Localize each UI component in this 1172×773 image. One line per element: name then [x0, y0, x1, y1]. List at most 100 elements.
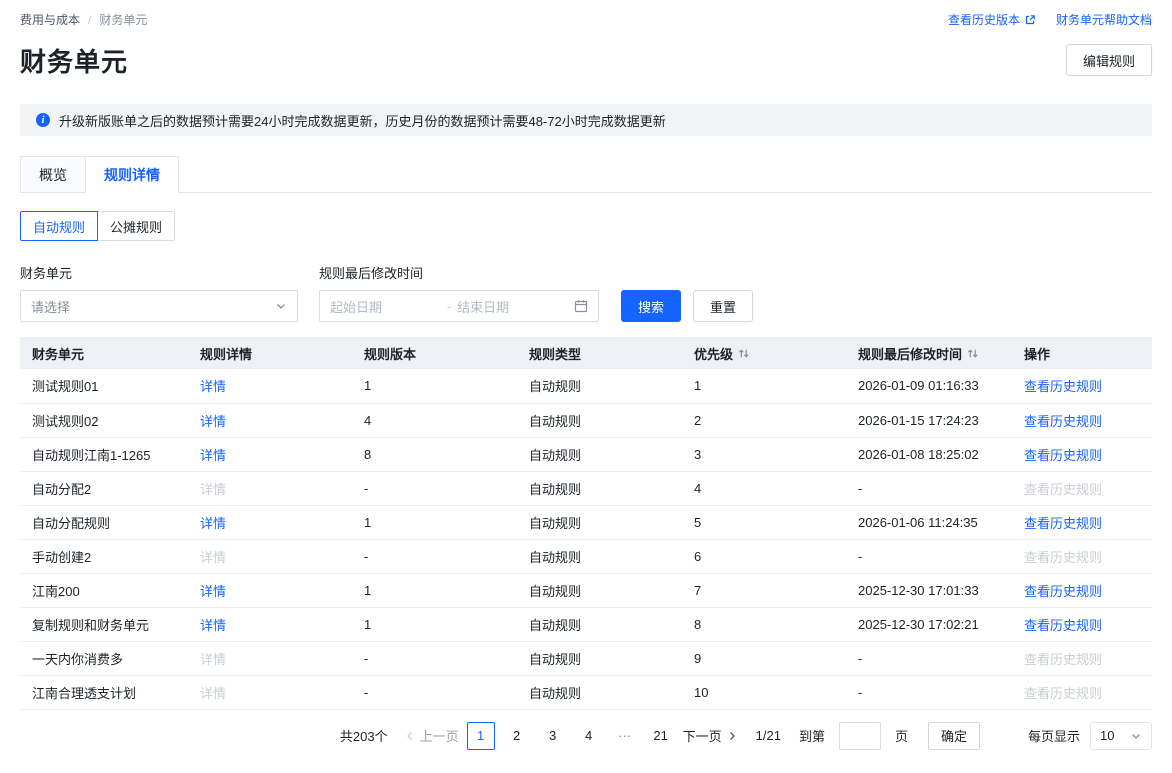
pagination-page-2[interactable]: 2: [503, 722, 531, 750]
table-body: 测试规则01 详情 1 自动规则 1 2026-01-09 01:16:33 查…: [20, 369, 1152, 709]
view-history-rule-link[interactable]: 查看历史规则: [1024, 414, 1102, 429]
info-icon: i: [36, 113, 50, 127]
view-history-rule-link[interactable]: 查看历史规则: [1024, 584, 1102, 599]
cell-modified: 2026-01-08 18:25:02: [846, 437, 1012, 471]
detail-link: 详情: [200, 550, 226, 565]
cell-priority: 10: [682, 675, 846, 709]
page-size-value: 10: [1100, 728, 1114, 743]
date-range-picker[interactable]: 起始日期 - 结束日期: [319, 290, 599, 322]
view-history-rule-link: 查看历史规则: [1024, 686, 1102, 701]
col-unit: 财务单元: [20, 337, 188, 369]
view-history-version-link[interactable]: 查看历史版本: [948, 11, 1036, 28]
col-rule-type: 规则类型: [517, 337, 682, 369]
sort-icon: [737, 347, 750, 360]
cell-type: 自动规则: [517, 675, 682, 709]
detail-link: 详情: [200, 482, 226, 497]
help-doc-link[interactable]: 财务单元帮助文档: [1056, 11, 1152, 28]
page-root: 费用与成本 / 财务单元 查看历史版本 财务单元帮助文档 财务单元 编辑规则 i…: [0, 0, 1172, 750]
tabbar: 概览 规则详情: [20, 156, 1152, 193]
table-row: 自动分配2 详情 - 自动规则 4 - 查看历史规则: [20, 471, 1152, 505]
detail-link[interactable]: 详情: [200, 379, 226, 394]
topbar: 费用与成本 / 财务单元 查看历史版本 财务单元帮助文档: [20, 0, 1152, 28]
start-date-input[interactable]: 起始日期: [330, 297, 441, 316]
tab-rule-details[interactable]: 规则详情: [85, 156, 179, 193]
cell-version: -: [352, 539, 517, 573]
cell-type: 自动规则: [517, 505, 682, 539]
pagination-page-4[interactable]: 4: [575, 722, 603, 750]
view-history-rule-link[interactable]: 查看历史规则: [1024, 618, 1102, 633]
pagination-page-1[interactable]: 1: [467, 722, 495, 750]
detail-link[interactable]: 详情: [200, 618, 226, 633]
external-link-icon: [1024, 14, 1036, 26]
filter-unit-label: 财务单元: [20, 263, 298, 282]
cell-unit-name: 自动分配规则: [20, 505, 188, 539]
rule-type-toggle: 自动规则 公摊规则: [20, 211, 175, 241]
next-page-label: 下一页: [683, 726, 722, 745]
table-row: 复制规则和财务单元 详情 1 自动规则 8 2025-12-30 17:02:2…: [20, 607, 1152, 641]
cell-priority: 7: [682, 573, 846, 607]
table-row: 自动规则江南1-1265 详情 8 自动规则 3 2026-01-08 18:2…: [20, 437, 1152, 471]
cell-unit-name: 一天内你消费多: [20, 641, 188, 675]
detail-link: 详情: [200, 686, 226, 701]
pagination-page-21[interactable]: 21: [647, 722, 675, 750]
view-history-rule-link: 查看历史规则: [1024, 482, 1102, 497]
filter-time-group: 规则最后修改时间 起始日期 - 结束日期: [319, 263, 599, 322]
tab-overview[interactable]: 概览: [20, 156, 86, 193]
cell-type: 自动规则: [517, 471, 682, 505]
view-history-rule-link[interactable]: 查看历史规则: [1024, 516, 1102, 531]
notice-text: 升级新版账单之后的数据预计需要24小时完成数据更新，历史月份的数据预计需要48-…: [59, 111, 666, 130]
cell-unit-name: 自动规则江南1-1265: [20, 437, 188, 471]
col-rule-version: 规则版本: [352, 337, 517, 369]
col-modified-time[interactable]: 规则最后修改时间: [846, 337, 1012, 369]
view-history-rule-link[interactable]: 查看历史规则: [1024, 379, 1102, 394]
view-history-rule-link[interactable]: 查看历史规则: [1024, 448, 1102, 463]
edit-rule-button[interactable]: 编辑规则: [1066, 44, 1152, 76]
chevron-right-icon: [726, 730, 738, 742]
page-size-group: 每页显示 10: [1028, 722, 1152, 750]
reset-button[interactable]: 重置: [693, 290, 753, 322]
cell-modified: 2026-01-15 17:24:23: [846, 403, 1012, 437]
end-date-input[interactable]: 结束日期: [457, 297, 568, 316]
detail-link[interactable]: 详情: [200, 584, 226, 599]
chevron-down-icon: [275, 300, 287, 312]
cell-unit-name: 江南合理透支计划: [20, 675, 188, 709]
page-title: 财务单元: [20, 42, 128, 79]
toggle-auto-rules[interactable]: 自动规则: [20, 211, 98, 241]
table-row: 手动创建2 详情 - 自动规则 6 - 查看历史规则: [20, 539, 1152, 573]
goto-confirm-button[interactable]: 确定: [928, 722, 980, 750]
pagination-ellipsis[interactable]: ···: [611, 722, 639, 750]
cell-priority: 1: [682, 369, 846, 403]
cell-version: 1: [352, 505, 517, 539]
cell-priority: 8: [682, 607, 846, 641]
view-history-version-label: 查看历史版本: [948, 11, 1020, 28]
search-button[interactable]: 搜索: [621, 290, 681, 322]
cell-unit-name: 江南200: [20, 573, 188, 607]
unit-select[interactable]: 请选择: [20, 290, 298, 322]
detail-link[interactable]: 详情: [200, 414, 226, 429]
cell-version: 1: [352, 573, 517, 607]
title-row: 财务单元 编辑规则: [20, 42, 1152, 78]
col-priority[interactable]: 优先级: [682, 337, 846, 369]
page-list: 1234 ··· 21: [467, 722, 675, 750]
prev-page-button[interactable]: 上一页: [404, 726, 459, 745]
cell-type: 自动规则: [517, 641, 682, 675]
cell-modified: -: [846, 675, 1012, 709]
cell-unit-name: 自动分配2: [20, 471, 188, 505]
cell-unit-name: 测试规则02: [20, 403, 188, 437]
goto-page-input[interactable]: [839, 722, 881, 750]
unit-select-placeholder: 请选择: [31, 297, 70, 316]
page-size-select[interactable]: 10: [1090, 722, 1152, 750]
detail-link[interactable]: 详情: [200, 516, 226, 531]
filter-bar: 财务单元 请选择 规则最后修改时间 起始日期 - 结束日期 搜索 重置: [20, 263, 1152, 322]
cell-priority: 9: [682, 641, 846, 675]
next-page-button[interactable]: 下一页: [683, 726, 738, 745]
breadcrumb-parent[interactable]: 费用与成本: [20, 11, 80, 28]
table-row: 江南合理透支计划 详情 - 自动规则 10 - 查看历史规则: [20, 675, 1152, 709]
pagination: 共203个 上一页 1234···21 下一页 1/21 到第 页 确定 每页显…: [20, 722, 1152, 750]
detail-link: 详情: [200, 652, 226, 667]
view-history-rule-link: 查看历史规则: [1024, 550, 1102, 565]
toggle-shared-rules[interactable]: 公摊规则: [97, 211, 175, 241]
detail-link[interactable]: 详情: [200, 448, 226, 463]
cell-modified: 2026-01-09 01:16:33: [846, 369, 1012, 403]
pagination-page-3[interactable]: 3: [539, 722, 567, 750]
